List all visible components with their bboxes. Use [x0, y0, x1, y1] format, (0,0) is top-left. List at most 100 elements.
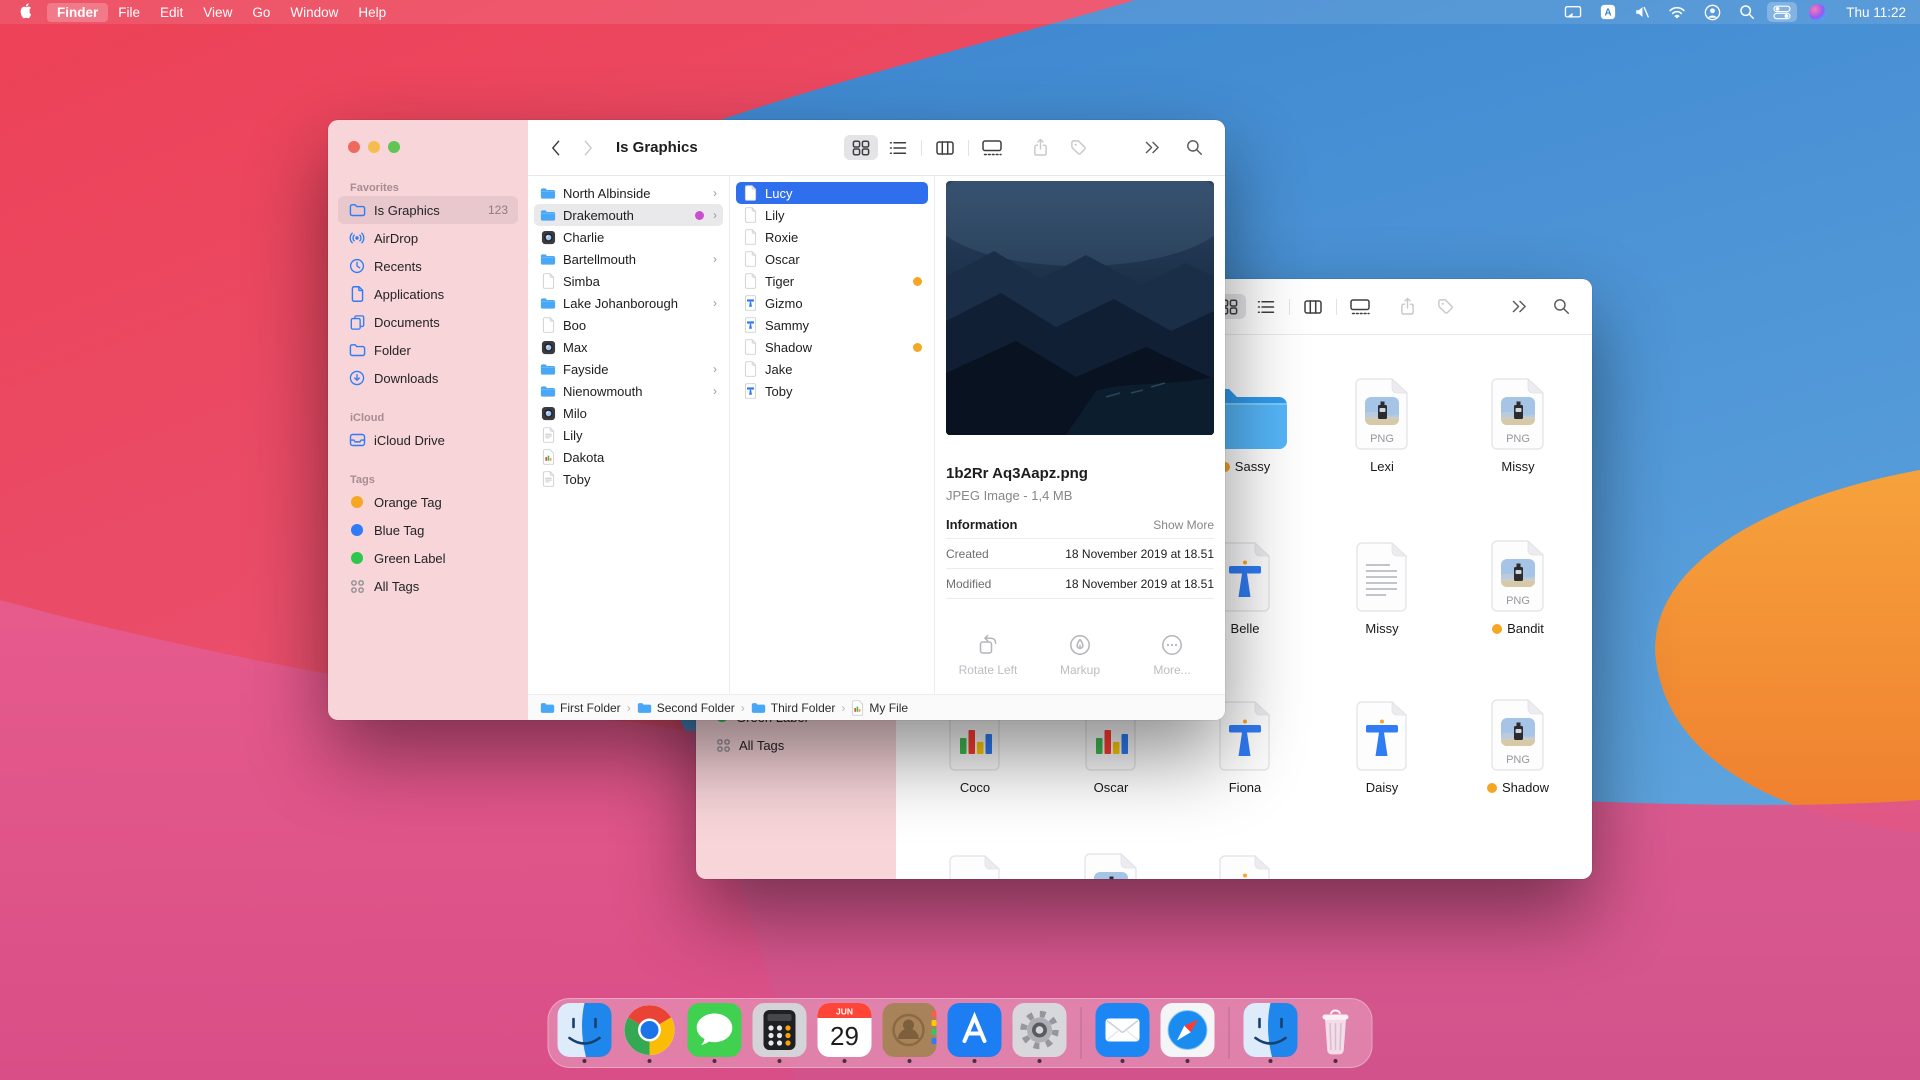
more-chevrons-icon[interactable] [1137, 135, 1167, 161]
dock-item-settings[interactable] [1012, 1003, 1068, 1063]
sidebar-item-documents[interactable]: Documents [338, 308, 518, 336]
grid-view-icon[interactable] [844, 135, 878, 160]
dock-item-app-store[interactable] [947, 1003, 1003, 1063]
close-button[interactable] [348, 141, 360, 153]
file-row-tiger[interactable]: Tiger [736, 270, 928, 292]
grid-file-missy[interactable]: Missy [1322, 529, 1442, 636]
user-account-icon[interactable] [1698, 2, 1727, 23]
mute-icon[interactable] [1628, 2, 1656, 22]
apple-menu-icon[interactable] [0, 3, 47, 21]
file-row-drakemouth[interactable]: Drakemouth› [534, 204, 723, 226]
file-row-charlie[interactable]: Charlie [534, 226, 723, 248]
path-item-first-folder[interactable]: First Folder [540, 701, 621, 715]
minimize-button[interactable] [368, 141, 380, 153]
spotlight-search-icon[interactable] [1733, 2, 1761, 22]
forward-button[interactable] [583, 139, 594, 157]
show-more-link[interactable]: Show More [1153, 518, 1214, 532]
sidebar-item-airdrop[interactable]: AirDrop [338, 224, 518, 252]
file-row-oscar[interactable]: Oscar [736, 248, 928, 270]
sidebar-item-downloads[interactable]: Downloads [338, 364, 518, 392]
dock-item-mail[interactable] [1095, 1003, 1151, 1063]
menu-item-finder[interactable]: Finder [47, 3, 108, 22]
file-row-milo[interactable]: Milo [534, 402, 723, 424]
sidebar-item-recents[interactable]: Recents [338, 252, 518, 280]
dock-item-calculator[interactable] [752, 1003, 808, 1063]
finder-window-front[interactable]: FavoritesIs Graphics123AirDropRecentsApp… [328, 120, 1225, 720]
sidebar-item-icloud-drive[interactable]: iCloud Drive [338, 426, 518, 454]
tag-icon[interactable] [1430, 294, 1460, 320]
file-row-dakota[interactable]: Dakota [534, 446, 723, 468]
grid-file-shadow[interactable]: PNGShadow [1458, 688, 1578, 795]
file-row-bartellmouth[interactable]: Bartellmouth› [534, 248, 723, 270]
grid-file-partial[interactable]: PNG [1051, 842, 1171, 879]
sidebar-item-folder[interactable]: Folder [338, 336, 518, 364]
menu-item-window[interactable]: Window [280, 3, 348, 22]
column-view-icon[interactable] [928, 135, 962, 160]
path-item-my-file[interactable]: My File [851, 700, 908, 716]
sidebar-item-orange-tag[interactable]: Orange Tag [338, 488, 518, 516]
sidebar-item-applications[interactable]: Applications [338, 280, 518, 308]
share-icon[interactable] [1025, 135, 1055, 161]
grid-file-partial[interactable] [1185, 842, 1305, 879]
share-icon[interactable] [1392, 294, 1422, 320]
menu-item-help[interactable]: Help [348, 3, 396, 22]
gallery-view-icon[interactable] [975, 135, 1009, 160]
file-row-shadow[interactable]: Shadow [736, 336, 928, 358]
menu-item-file[interactable]: File [108, 3, 150, 22]
dock-item-chrome[interactable] [622, 1003, 678, 1063]
path-item-second-folder[interactable]: Second Folder [637, 701, 735, 715]
file-row-fayside[interactable]: Fayside› [534, 358, 723, 380]
dock-item-calendar[interactable]: JUN29 [817, 1003, 873, 1063]
dock-item-finder-2[interactable] [1243, 1003, 1299, 1063]
back-button[interactable] [550, 139, 561, 157]
zoom-button[interactable] [388, 141, 400, 153]
column-view-icon[interactable] [1296, 294, 1330, 319]
menu-item-view[interactable]: View [193, 3, 242, 22]
gallery-view-icon[interactable] [1343, 294, 1377, 319]
tag-icon[interactable] [1063, 135, 1093, 161]
siri-icon[interactable] [1803, 2, 1832, 23]
more--button[interactable]: More... [1139, 633, 1205, 677]
search-icon[interactable] [1179, 135, 1209, 161]
dock-item-trash[interactable] [1308, 1003, 1364, 1063]
file-row-jake[interactable]: Jake [736, 358, 928, 380]
menu-item-edit[interactable]: Edit [150, 3, 193, 22]
grid-file-bandit[interactable]: PNGBandit [1458, 529, 1578, 636]
sidebar-item-all-tags[interactable]: All Tags [338, 572, 518, 600]
file-row-roxie[interactable]: Roxie [736, 226, 928, 248]
grid-file-partial[interactable] [915, 842, 1035, 879]
file-row-max[interactable]: Max [534, 336, 723, 358]
dock-item-contacts[interactable] [882, 1003, 938, 1063]
sidebar-item-is-graphics[interactable]: Is Graphics123 [338, 196, 518, 224]
sidebar-item-blue-tag[interactable]: Blue Tag [338, 516, 518, 544]
menu-item-go[interactable]: Go [242, 3, 280, 22]
file-row-boo[interactable]: Boo [534, 314, 723, 336]
dock-item-messages[interactable] [687, 1003, 743, 1063]
file-row-lake-johanborough[interactable]: Lake Johanborough› [534, 292, 723, 314]
file-row-lily[interactable]: Lily [534, 424, 723, 446]
rotate-left-button[interactable]: Rotate Left [955, 633, 1021, 677]
list-view-icon[interactable] [881, 135, 915, 160]
search-icon[interactable] [1546, 294, 1576, 320]
sidebar-item-all-tags[interactable]: All Tags [706, 731, 886, 759]
file-row-sammy[interactable]: Sammy [736, 314, 928, 336]
grid-file-missy[interactable]: PNGMissy [1458, 367, 1578, 474]
file-row-lucy[interactable]: Lucy [736, 182, 928, 204]
file-row-north-albinside[interactable]: North Albinside› [534, 182, 723, 204]
wifi-icon[interactable] [1662, 4, 1692, 21]
sidebar-item-green-label[interactable]: Green Label [338, 544, 518, 572]
grid-file-lexi[interactable]: PNGLexi [1322, 367, 1442, 474]
file-row-nienowmouth[interactable]: Nienowmouth› [534, 380, 723, 402]
dock-item-finder[interactable] [557, 1003, 613, 1063]
markup-button[interactable]: Markup [1047, 633, 1113, 677]
file-row-gizmo[interactable]: Gizmo [736, 292, 928, 314]
display-mirroring-icon[interactable] [1558, 2, 1588, 22]
path-item-third-folder[interactable]: Third Folder [751, 701, 836, 715]
dock-item-safari[interactable] [1160, 1003, 1216, 1063]
file-row-toby[interactable]: Toby [736, 380, 928, 402]
grid-file-daisy[interactable]: Daisy [1322, 688, 1442, 795]
menu-clock[interactable]: Thu 11:22 [1846, 5, 1906, 20]
keyboard-input-icon[interactable]: A [1594, 2, 1622, 22]
file-row-lily[interactable]: Lily [736, 204, 928, 226]
list-view-icon[interactable] [1249, 294, 1283, 319]
